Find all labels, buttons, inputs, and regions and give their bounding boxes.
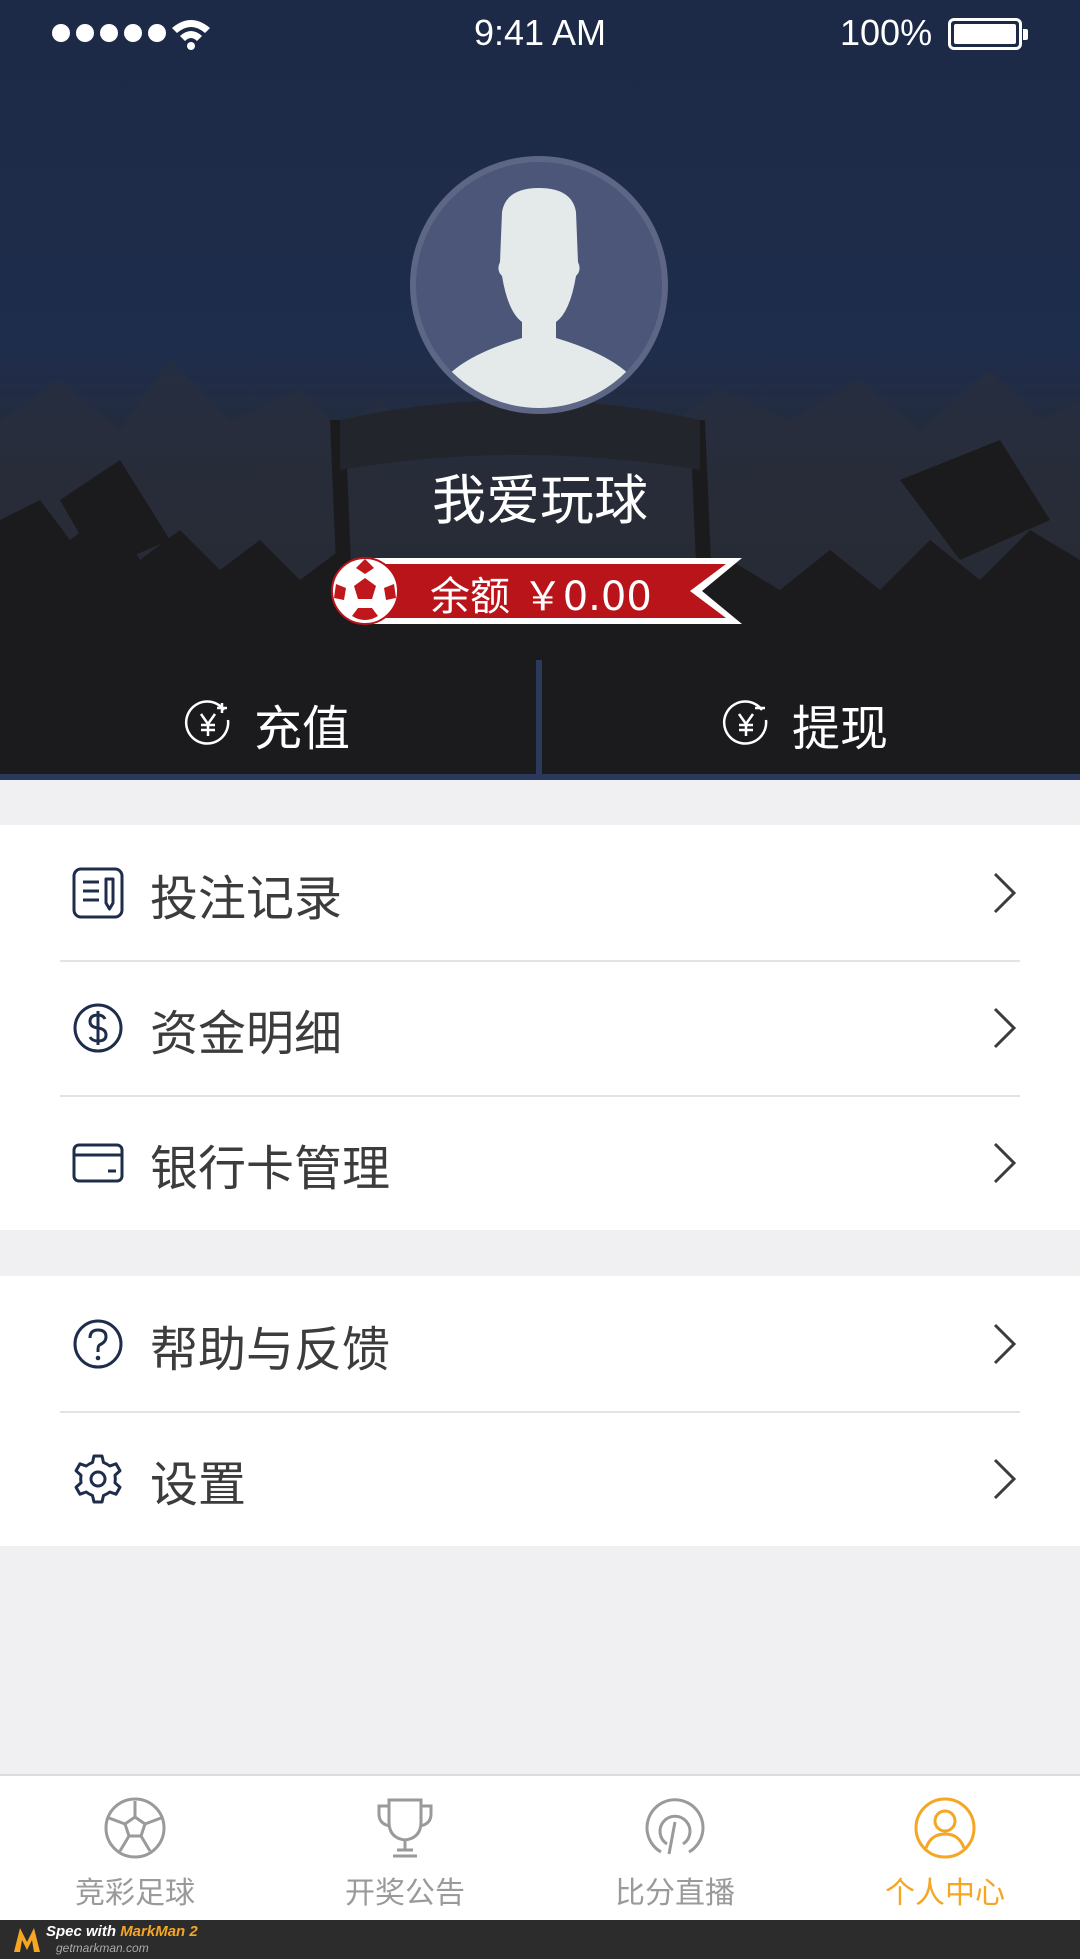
bank-card-icon [72, 1143, 124, 1183]
withdraw-button[interactable]: 提现 [722, 694, 888, 757]
menu-item-label: 帮助与反馈 [150, 1322, 391, 1378]
user-silhouette-icon [442, 188, 636, 408]
tab-lottery-results[interactable]: 开奖公告 [270, 1776, 540, 1920]
menu-item-settings[interactable]: 设置 [0, 1411, 1080, 1546]
gear-icon [74, 1454, 122, 1504]
dollar-circle-icon [73, 1003, 123, 1053]
withdraw-label: 提现 [792, 701, 889, 757]
username: 我爱玩球 [432, 469, 648, 532]
menu-item-label: 投注记录 [150, 871, 343, 927]
menu-item-bet-records[interactable]: 投注记录 [0, 825, 1080, 960]
tab-label: 个人中心 [885, 1876, 1005, 1911]
recharge-label: 充值 [254, 701, 351, 757]
balance-amount: 余额 ￥0.00 [430, 574, 652, 620]
tab-soccer-betting[interactable]: 竞彩足球 [0, 1776, 270, 1920]
yuan-minus-icon [722, 700, 768, 745]
chevron-right-icon [993, 1142, 1017, 1184]
header-divider [0, 774, 1080, 780]
bet-record-icon [72, 867, 124, 919]
status-bar: 9:41 AM 100% [0, 0, 1080, 66]
chevron-right-icon [993, 1007, 1017, 1049]
markman-brand: Spec with MarkMan 2 [46, 1923, 198, 1940]
markman-site: getmarkman.com [56, 1941, 149, 1955]
tab-label: 比分直播 [615, 1876, 735, 1911]
soccer-ball-icon [331, 557, 399, 625]
menu-item-fund-details[interactable]: 资金明细 [0, 960, 1080, 1095]
balance-badge: 余额 ￥0.00 [330, 556, 750, 626]
soccer-ball-icon [104, 1797, 166, 1859]
menu-item-label: 设置 [150, 1457, 247, 1513]
menu-group-support: 帮助与反馈 设置 [0, 1276, 1080, 1546]
tab-label: 竞彩足球 [75, 1876, 195, 1911]
chevron-right-icon [993, 872, 1017, 914]
yuan-plus-icon [184, 700, 230, 745]
menu-item-label: 银行卡管理 [150, 1141, 391, 1197]
profile-header: 9:41 AM 100% 我爱玩球 余额 ￥0.00 充值 提现 [0, 0, 1080, 780]
markman-footer: Spec with MarkMan 2 getmarkman.com [0, 1920, 1080, 1959]
menu-item-help-feedback[interactable]: 帮助与反馈 [0, 1276, 1080, 1411]
trophy-icon [377, 1798, 433, 1858]
menu-group-account: 投注记录 资金明细 银行卡管理 [0, 825, 1080, 1230]
tab-live-scores[interactable]: 比分直播 [540, 1776, 810, 1920]
avatar[interactable] [410, 156, 668, 414]
live-score-icon [645, 1798, 705, 1855]
question-circle-icon [73, 1319, 123, 1369]
chevron-right-icon [993, 1458, 1017, 1500]
tab-bar: 竞彩足球 开奖公告 比分直播 个人中心 [0, 1774, 1080, 1920]
markman-logo-icon [14, 1928, 40, 1952]
chevron-right-icon [993, 1323, 1017, 1365]
battery-icon [948, 18, 1028, 50]
menu-item-bank-cards[interactable]: 银行卡管理 [0, 1095, 1080, 1230]
recharge-button[interactable]: 充值 [184, 694, 350, 757]
menu-item-label: 资金明细 [150, 1006, 343, 1062]
battery-percent: 100% [840, 12, 933, 53]
tab-label: 开奖公告 [345, 1876, 465, 1911]
tab-profile[interactable]: 个人中心 [810, 1776, 1080, 1920]
user-circle-icon [914, 1797, 976, 1859]
